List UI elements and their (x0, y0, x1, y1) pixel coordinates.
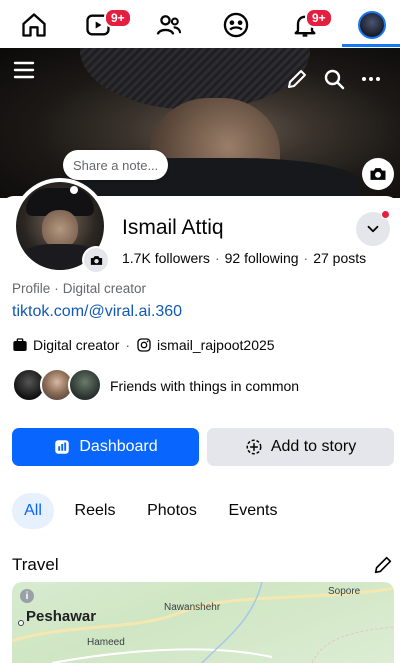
home-icon (22, 13, 46, 37)
nav-notifications[interactable]: 9+ (281, 6, 333, 44)
profile-name: Ismail Attiq (122, 216, 224, 239)
search-button[interactable] (321, 66, 347, 92)
profile-details: Digital creator · ismail_rajpoot2025 (12, 337, 275, 353)
reels-badge: 9+ (104, 8, 132, 28)
nav-groups[interactable] (212, 6, 260, 44)
travel-map[interactable]: i Sopore Nawanshehr Peshawar Hameed (12, 582, 394, 663)
briefcase-icon (12, 337, 28, 353)
tab-photos[interactable]: Photos (138, 493, 206, 529)
edit-cover-photo-button[interactable] (362, 158, 394, 190)
mutual-friends-label: Friends with things in common (110, 378, 300, 394)
mutual-friends[interactable]: Friends with things in common (12, 368, 299, 402)
avatar (358, 11, 386, 39)
cover-photo[interactable] (0, 48, 400, 198)
profile-stats: 1.7K followers · 92 following · 27 posts (122, 250, 367, 266)
map-label-sopore: Sopore (328, 586, 361, 597)
dashboard-icon (55, 440, 70, 454)
info-icon[interactable]: i (20, 589, 34, 603)
nav-friends[interactable] (145, 6, 193, 44)
category-text: Digital creator (33, 337, 120, 353)
notification-dot (381, 210, 390, 219)
edit-cover-button[interactable] (284, 66, 310, 92)
profile-tabs: All Reels Photos Events (0, 493, 400, 529)
profile-meta: Profile · Digital creator (12, 281, 147, 296)
instagram-handle[interactable]: ismail_rajpoot2025 (157, 337, 275, 353)
pencil-icon[interactable] (372, 554, 394, 576)
menu-icon (13, 61, 35, 79)
top-navigation: 9+ 9+ (0, 0, 400, 48)
map-label-nawanshehr: Nawanshehr (164, 602, 221, 613)
tab-all[interactable]: All (12, 493, 54, 529)
search-icon (324, 69, 345, 90)
active-tab-indicator (342, 44, 400, 47)
pencil-icon (288, 70, 306, 88)
map-pin (18, 620, 24, 626)
more-button[interactable] (358, 66, 384, 92)
section-title: Travel (12, 555, 59, 574)
add-to-story-button[interactable]: Add to story (207, 428, 394, 466)
camera-icon (90, 255, 102, 265)
nav-home[interactable] (10, 6, 58, 44)
notifications-badge: 9+ (305, 8, 333, 28)
more-icon (362, 77, 380, 81)
following-count[interactable]: 92 following (225, 250, 299, 266)
nav-profile[interactable] (348, 6, 396, 44)
menu-button[interactable] (10, 56, 38, 84)
groups-icon (223, 12, 249, 38)
website-link[interactable]: tiktok.com/@viral.ai.360 (12, 303, 182, 321)
note-pointer (70, 186, 78, 194)
add-story-icon (246, 439, 262, 455)
camera-icon (370, 168, 386, 180)
avatar (68, 368, 102, 402)
tab-reels[interactable]: Reels (66, 493, 124, 529)
posts-count[interactable]: 27 posts (313, 250, 366, 266)
tab-events[interactable]: Events (220, 493, 286, 529)
map-label-peshawar: Peshawar (26, 608, 97, 625)
nav-reels[interactable]: 9+ (74, 6, 132, 44)
chevron-down-icon (367, 225, 379, 233)
friends-icon (156, 15, 182, 35)
edit-profile-picture-button[interactable] (82, 246, 110, 274)
share-note-button[interactable]: Share a note... (63, 150, 169, 180)
followers-count[interactable]: 1.7K followers (122, 250, 210, 266)
instagram-icon (136, 337, 152, 353)
map-label-hameed: Hameed (87, 637, 125, 648)
dashboard-button[interactable]: Dashboard (12, 428, 199, 466)
